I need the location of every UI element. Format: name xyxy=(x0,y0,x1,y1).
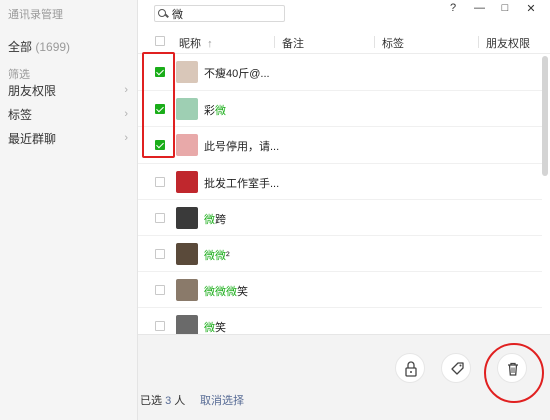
search-icon xyxy=(158,8,168,19)
column-divider[interactable] xyxy=(374,36,375,48)
contact-name: 彩微 xyxy=(204,102,226,118)
minimize-button[interactable]: — xyxy=(474,2,485,15)
name-text: 笑 xyxy=(215,322,226,335)
avatar xyxy=(176,61,198,83)
contact-name: 不瘦40斤@... xyxy=(204,65,270,81)
table-row[interactable]: 微跨 xyxy=(138,198,542,235)
header-remark[interactable]: 备注 xyxy=(282,35,304,51)
tag-icon xyxy=(451,362,464,375)
sidebar-item-tags[interactable]: 标签 › xyxy=(0,103,138,125)
add-tag-button[interactable] xyxy=(441,353,471,383)
avatar xyxy=(176,134,198,157)
sidebar-item-friend-permission[interactable]: 朋友权限 › xyxy=(0,79,138,101)
chevron-right-icon: › xyxy=(124,84,128,96)
name-text: 不瘦40斤@... xyxy=(204,68,270,80)
table-row[interactable]: 此号停用，请... xyxy=(138,126,542,162)
name-match-highlight: 微 xyxy=(215,105,226,118)
sidebar: 通讯录管理 全部 (1699) 筛选 朋友权限 › 标签 › 最近群聊 › xyxy=(0,0,138,420)
search-value: 微 xyxy=(172,8,183,21)
table-row[interactable]: 彩微 xyxy=(138,90,542,126)
header-nickname[interactable]: 昵称 ↑ xyxy=(179,35,213,51)
name-text: ² xyxy=(226,250,230,262)
sidebar-item-all[interactable]: 全部 (1699) xyxy=(8,38,70,55)
annotation-highlight-circle xyxy=(484,343,544,403)
close-button[interactable]: ✕ xyxy=(526,2,536,15)
name-text: 批发工作室手... xyxy=(204,177,280,190)
avatar xyxy=(176,170,198,193)
search-input[interactable]: 微 xyxy=(154,5,285,22)
name-text: 彩 xyxy=(204,105,215,118)
table-row[interactable]: 微微微笑 xyxy=(138,271,542,307)
contact-name: 微笑 xyxy=(204,319,226,335)
sidebar-item-recent-groups[interactable]: 最近群聊 › xyxy=(0,127,138,149)
table-header: 昵称 ↑ 备注 标签 朋友权限 xyxy=(138,30,550,54)
scrollbar[interactable] xyxy=(542,56,548,176)
selected-count-text: 已选 3 人 xyxy=(140,392,185,408)
sidebar-item-label: 标签 xyxy=(8,107,33,122)
name-match-highlight: 微 xyxy=(204,322,215,335)
contact-list-panel: 微 ? — □ ✕ 昵称 ↑ 备注 标签 朋友权限 不瘦40斤@... 彩微 此号停… xyxy=(138,0,550,420)
contact-name: 微微微笑 xyxy=(204,283,248,299)
row-checkbox[interactable] xyxy=(155,249,165,259)
help-button[interactable]: ? xyxy=(448,2,458,15)
name-match-highlight: 微 xyxy=(204,213,215,226)
row-checkbox[interactable] xyxy=(155,285,165,296)
name-text: 跨 xyxy=(215,213,226,226)
selected-count: 3 xyxy=(165,395,172,407)
column-divider[interactable] xyxy=(478,36,479,48)
annotation-highlight-box xyxy=(142,52,175,158)
header-nickname-label: 昵称 xyxy=(179,38,201,50)
clear-selection-link[interactable]: 取消选择 xyxy=(200,392,244,408)
sort-ascending-icon: ↑ xyxy=(207,38,213,50)
contact-name: 批发工作室手... xyxy=(204,175,279,191)
avatar xyxy=(176,243,198,265)
name-text: 此号停用，请... xyxy=(204,141,280,154)
all-label: 全部 xyxy=(8,40,33,54)
name-match-highlight: 微微微 xyxy=(204,286,237,299)
table-row[interactable]: 批发工作室手... xyxy=(138,162,542,199)
select-all-checkbox[interactable] xyxy=(155,36,165,46)
header-permission[interactable]: 朋友权限 xyxy=(486,35,530,51)
bottom-action-bar: 已选 3 人 取消选择 xyxy=(138,334,550,420)
maximize-button[interactable]: □ xyxy=(500,2,510,15)
app-title: 通讯录管理 xyxy=(8,9,63,21)
column-divider[interactable] xyxy=(274,36,275,48)
contact-name: 此号停用，请... xyxy=(204,138,279,154)
table-row[interactable]: 微微² xyxy=(138,235,542,271)
avatar xyxy=(176,98,198,121)
selected-unit: 人 xyxy=(174,395,186,407)
table-row[interactable]: 不瘦40斤@... xyxy=(138,54,542,90)
name-text: 笑 xyxy=(237,286,248,299)
all-count: (1699) xyxy=(35,40,71,54)
name-match-highlight: 微微 xyxy=(204,250,226,262)
row-checkbox[interactable] xyxy=(155,321,165,332)
chevron-right-icon: › xyxy=(124,132,128,144)
sidebar-item-label: 最近群聊 xyxy=(8,131,57,146)
window-controls: ? — □ ✕ xyxy=(448,2,536,15)
row-checkbox[interactable] xyxy=(155,176,165,187)
set-permission-button[interactable] xyxy=(395,353,425,383)
sidebar-item-label: 朋友权限 xyxy=(8,83,57,98)
lock-icon xyxy=(405,361,417,377)
avatar xyxy=(176,279,198,302)
avatar xyxy=(176,206,198,229)
contact-name: 微微² xyxy=(204,247,230,263)
contact-name: 微跨 xyxy=(204,211,226,227)
selected-prefix: 已选 xyxy=(140,395,162,407)
chevron-right-icon: › xyxy=(124,108,128,120)
row-checkbox[interactable] xyxy=(155,212,165,223)
header-tag[interactable]: 标签 xyxy=(382,35,404,51)
